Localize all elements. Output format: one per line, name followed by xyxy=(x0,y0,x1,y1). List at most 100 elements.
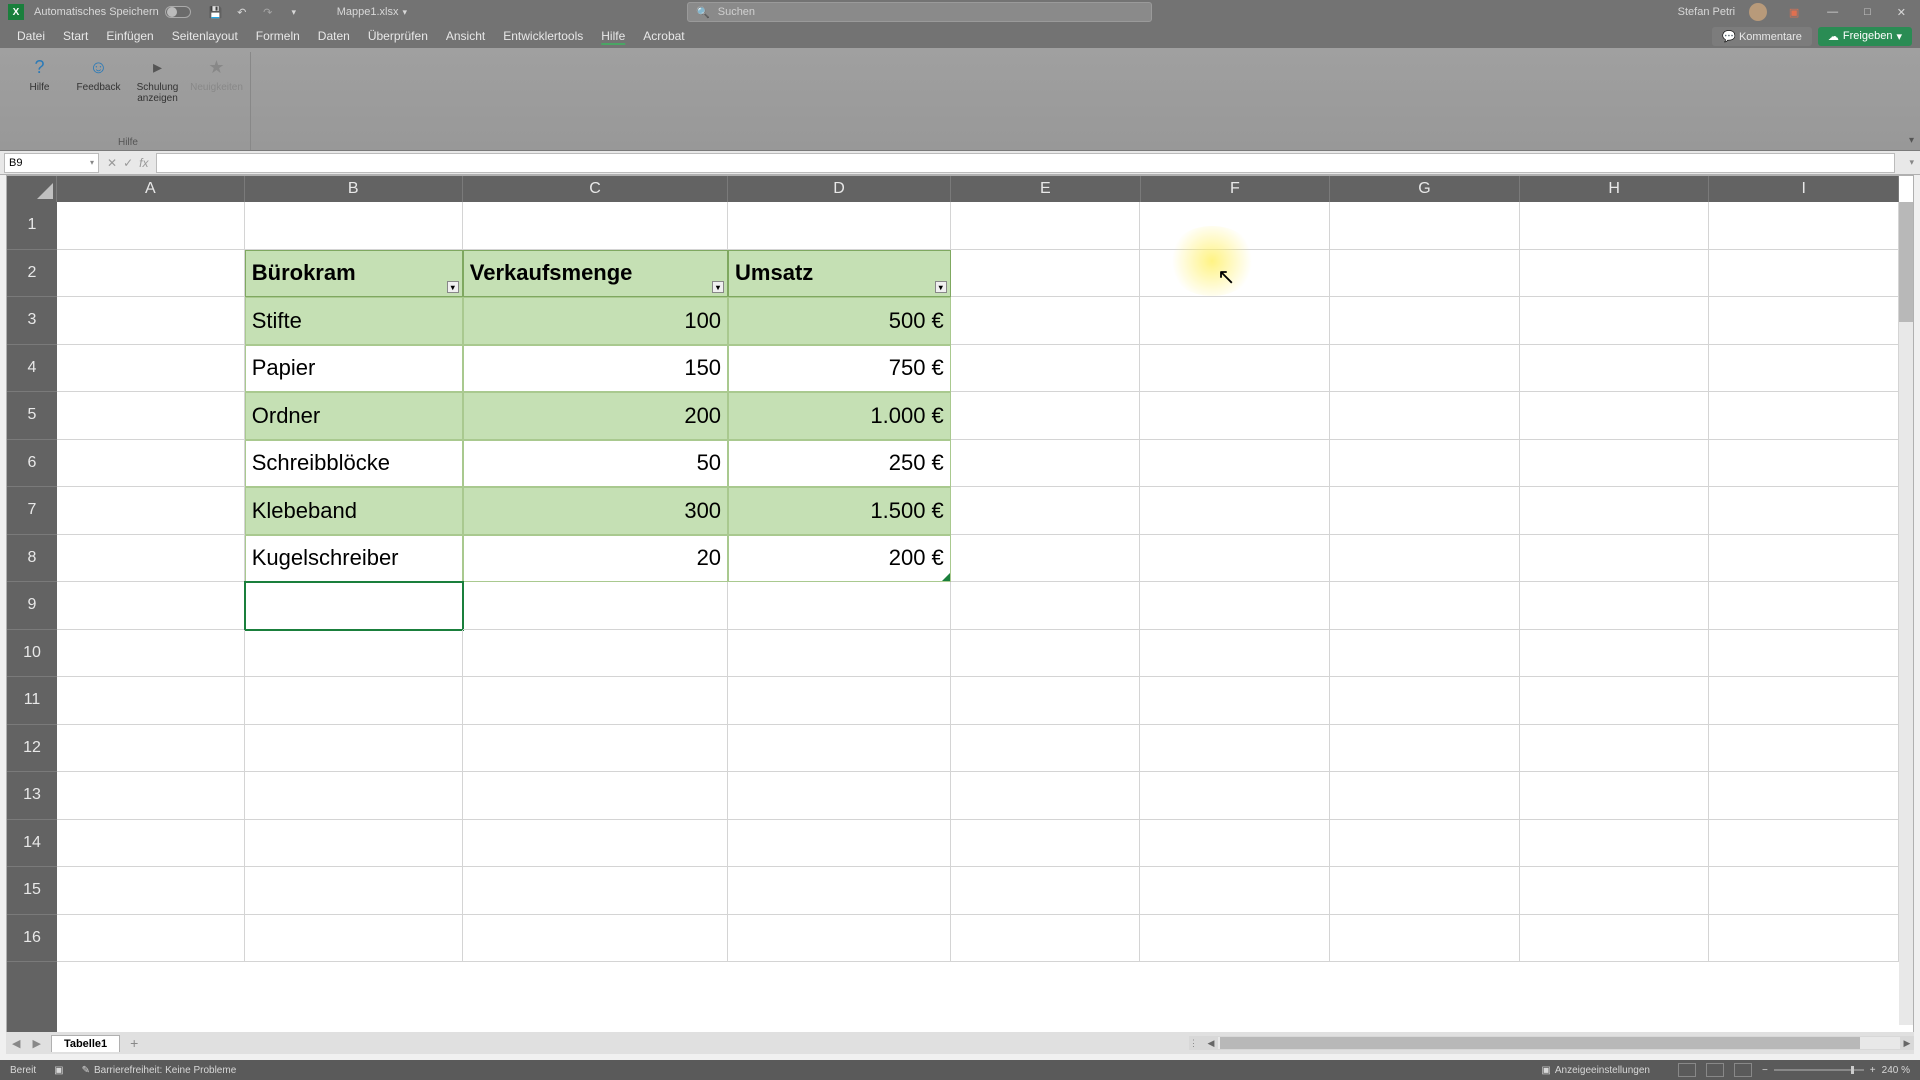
tab-hilfe[interactable]: Hilfe xyxy=(592,25,634,47)
cell-F8[interactable] xyxy=(1140,535,1330,583)
row-header-15[interactable]: 15 xyxy=(7,867,57,915)
cell-G7[interactable] xyxy=(1330,487,1520,535)
col-header-D[interactable]: D xyxy=(728,176,951,202)
cell-F16[interactable] xyxy=(1140,915,1330,963)
cell-A5[interactable] xyxy=(57,392,245,440)
row-header-10[interactable]: 10 xyxy=(7,630,57,678)
cell-H10[interactable] xyxy=(1520,630,1710,678)
cell-B7[interactable]: Klebeband xyxy=(245,487,463,535)
avatar[interactable] xyxy=(1749,3,1767,21)
collapse-ribbon-icon[interactable]: ▾ xyxy=(1909,135,1914,146)
cell-C12[interactable] xyxy=(463,725,728,773)
col-header-B[interactable]: B xyxy=(245,176,463,202)
cell-A12[interactable] xyxy=(57,725,245,773)
cell-E12[interactable] xyxy=(951,725,1141,773)
cell-A9[interactable] xyxy=(57,582,245,630)
cell-H5[interactable] xyxy=(1520,392,1710,440)
cell-A14[interactable] xyxy=(57,820,245,868)
cell-G9[interactable] xyxy=(1330,582,1520,630)
col-header-A[interactable]: A xyxy=(57,176,245,202)
cell-D7[interactable]: 1.500 € xyxy=(728,487,951,535)
cell-C14[interactable] xyxy=(463,820,728,868)
cell-D3[interactable]: 500 € xyxy=(728,297,951,345)
cell-C1[interactable] xyxy=(463,202,728,250)
tab-ansicht[interactable]: Ansicht xyxy=(437,25,494,47)
cell-C15[interactable] xyxy=(463,867,728,915)
cell-H9[interactable] xyxy=(1520,582,1710,630)
cell-H1[interactable] xyxy=(1520,202,1710,250)
close-button[interactable]: ✕ xyxy=(1891,4,1912,21)
minimize-button[interactable]: — xyxy=(1821,4,1844,20)
row-header-13[interactable]: 13 xyxy=(7,772,57,820)
vertical-scrollbar[interactable] xyxy=(1899,202,1913,1025)
tab-entwicklertools[interactable]: Entwicklertools xyxy=(494,25,592,47)
cell-B13[interactable] xyxy=(245,772,463,820)
view-normal-icon[interactable] xyxy=(1678,1063,1696,1077)
cell-D15[interactable] xyxy=(728,867,951,915)
hscroll-right-icon[interactable]: ▶ xyxy=(1900,1038,1914,1049)
vscroll-thumb[interactable] xyxy=(1899,202,1913,322)
cell-I1[interactable] xyxy=(1709,202,1899,250)
add-sheet-button[interactable]: + xyxy=(130,1035,138,1051)
hscroll-thumb[interactable] xyxy=(1220,1037,1860,1049)
zoom-control[interactable]: − + 240 % xyxy=(1762,1065,1910,1076)
cell-E2[interactable] xyxy=(951,250,1141,298)
cell-F2[interactable] xyxy=(1140,250,1330,298)
cell-H3[interactable] xyxy=(1520,297,1710,345)
cell-E3[interactable] xyxy=(951,297,1141,345)
tab-formeln[interactable]: Formeln xyxy=(247,25,309,47)
tab-einfuegen[interactable]: Einfügen xyxy=(97,25,162,47)
cell-E6[interactable] xyxy=(951,440,1141,488)
cell-G15[interactable] xyxy=(1330,867,1520,915)
cell-C9[interactable] xyxy=(463,582,728,630)
cell-C13[interactable] xyxy=(463,772,728,820)
filter-icon[interactable]: ▾ xyxy=(447,281,459,293)
cell-A15[interactable] xyxy=(57,867,245,915)
cell-G12[interactable] xyxy=(1330,725,1520,773)
col-header-G[interactable]: G xyxy=(1330,176,1520,202)
expand-formula-icon[interactable]: ▾ xyxy=(1903,157,1920,168)
cell-B2[interactable]: Bürokram▾ xyxy=(245,250,463,298)
filter-icon[interactable]: ▾ xyxy=(712,281,724,293)
cell-H2[interactable] xyxy=(1520,250,1710,298)
sheet-nav-prev[interactable]: ◀ xyxy=(6,1037,26,1050)
cell-A16[interactable] xyxy=(57,915,245,963)
row-header-4[interactable]: 4 xyxy=(7,345,57,393)
cell-C5[interactable]: 200 xyxy=(463,392,728,440)
notification-icon[interactable]: ▣ xyxy=(1785,3,1803,21)
cell-E14[interactable] xyxy=(951,820,1141,868)
cell-G11[interactable] xyxy=(1330,677,1520,725)
cell-G13[interactable] xyxy=(1330,772,1520,820)
cell-C4[interactable]: 150 xyxy=(463,345,728,393)
cell-D12[interactable] xyxy=(728,725,951,773)
cell-B1[interactable] xyxy=(245,202,463,250)
row-header-11[interactable]: 11 xyxy=(7,677,57,725)
accessibility-status[interactable]: ✎ Barrierefreiheit: Keine Probleme xyxy=(82,1065,237,1076)
cell-B9[interactable] xyxy=(245,582,463,630)
zoom-in-icon[interactable]: + xyxy=(1870,1065,1876,1076)
cell-D16[interactable] xyxy=(728,915,951,963)
cell-I15[interactable] xyxy=(1709,867,1899,915)
cell-I2[interactable] xyxy=(1709,250,1899,298)
macro-record-icon[interactable]: ▣ xyxy=(54,1065,63,1076)
cell-I16[interactable] xyxy=(1709,915,1899,963)
cell-G10[interactable] xyxy=(1330,630,1520,678)
cell-D11[interactable] xyxy=(728,677,951,725)
cell-I14[interactable] xyxy=(1709,820,1899,868)
cell-D9[interactable] xyxy=(728,582,951,630)
cell-I4[interactable] xyxy=(1709,345,1899,393)
cell-A11[interactable] xyxy=(57,677,245,725)
cell-G2[interactable] xyxy=(1330,250,1520,298)
row-header-16[interactable]: 16 xyxy=(7,915,57,963)
cell-C3[interactable]: 100 xyxy=(463,297,728,345)
undo-icon[interactable]: ↶ xyxy=(233,3,251,21)
view-layout-icon[interactable] xyxy=(1706,1063,1724,1077)
cell-A2[interactable] xyxy=(57,250,245,298)
cell-H7[interactable] xyxy=(1520,487,1710,535)
tab-seitenlayout[interactable]: Seitenlayout xyxy=(163,25,247,47)
cell-B14[interactable] xyxy=(245,820,463,868)
zoom-out-icon[interactable]: − xyxy=(1762,1065,1768,1076)
cell-I10[interactable] xyxy=(1709,630,1899,678)
cell-H15[interactable] xyxy=(1520,867,1710,915)
cell-G6[interactable] xyxy=(1330,440,1520,488)
